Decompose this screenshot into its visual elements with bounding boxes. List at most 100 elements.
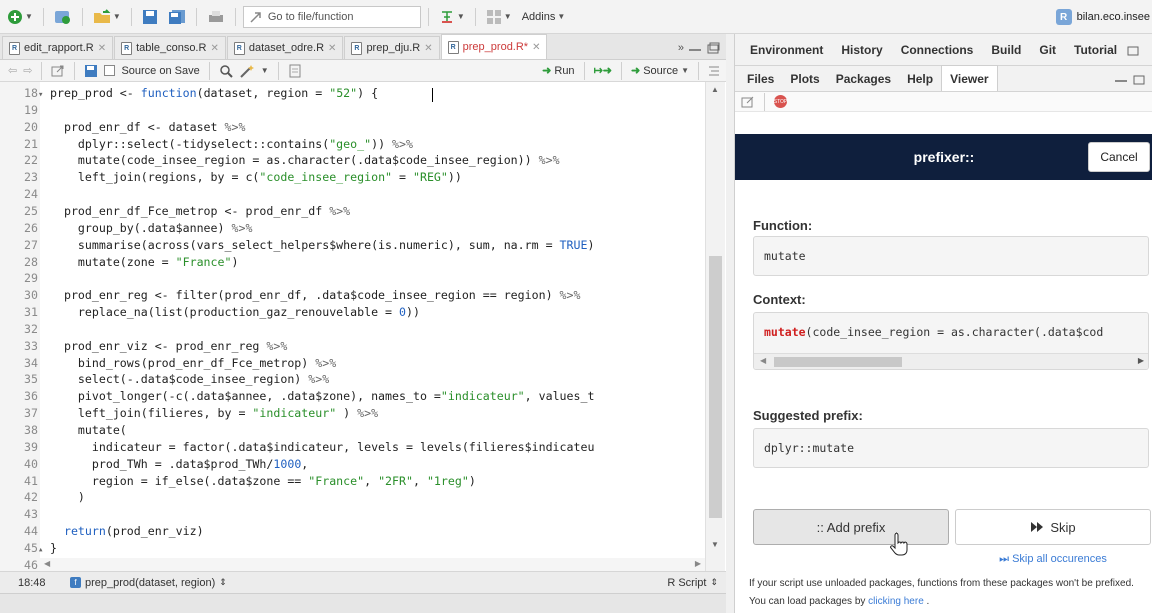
context-field[interactable]: mutate(code_insee_region = as.character(… (753, 312, 1149, 370)
source-on-save-checkbox[interactable] (104, 65, 116, 76)
tab-connections[interactable]: Connections (892, 34, 983, 66)
code-line[interactable]: 34 bind_rows(prod_enr_df_Fce_metrop) %>% (0, 356, 705, 370)
tab-files[interactable]: Files (739, 67, 782, 91)
tab-packages[interactable]: Packages (828, 67, 899, 91)
more-tabs-button[interactable]: » (678, 42, 684, 54)
load-packages-link[interactable]: clicking here (868, 596, 924, 607)
forward-arrow-icon[interactable]: ⇨ (23, 64, 32, 77)
function-scope-selector[interactable]: f prep_prod(dataset, region) ⇕ (60, 577, 227, 589)
code-line[interactable]: 21 dplyr::select(-tidyselect::contains("… (0, 137, 705, 151)
search-icon[interactable] (219, 64, 233, 78)
scroll-right-icon[interactable]: ▶ (695, 559, 701, 568)
code-line[interactable]: 36 pivot_longer(-c(.data$annee, .data$zo… (0, 389, 705, 403)
close-icon[interactable]: ✕ (532, 42, 540, 53)
open-file-button[interactable]: ▼ (90, 6, 124, 28)
tab-viewer[interactable]: Viewer (941, 65, 998, 91)
editor-tab[interactable]: R table_conso.R ✕ (114, 36, 226, 59)
editor-tab[interactable]: R edit_rapport.R ✕ (2, 36, 114, 59)
back-arrow-icon[interactable]: ⇦ (8, 64, 17, 77)
context-scrollbar[interactable]: ◀ ▶ (754, 353, 1148, 369)
goto-file-input[interactable]: Go to file/function (242, 5, 421, 28)
scroll-right-icon[interactable]: ▶ (1138, 356, 1144, 365)
close-icon[interactable]: ✕ (210, 43, 218, 54)
tab-help[interactable]: Help (899, 67, 941, 91)
chevron-down-icon[interactable]: ▼ (261, 66, 269, 75)
save-icon[interactable] (84, 64, 98, 78)
addins-button[interactable]: Addins ▼ (519, 6, 569, 28)
code-line[interactable]: 43 (0, 507, 705, 521)
code-line[interactable]: 42 ) (0, 490, 705, 504)
print-button[interactable] (204, 6, 228, 28)
outline-icon[interactable] (708, 65, 720, 77)
console-pane-header[interactable] (0, 593, 726, 613)
code-line[interactable]: 19 (0, 103, 705, 117)
editor-tab[interactable]: R dataset_odre.R ✕ (226, 36, 344, 59)
code-line[interactable]: 45▴} (0, 541, 705, 555)
code-line[interactable]: 23 left_join(regions, by = c("code_insee… (0, 170, 705, 184)
git-button[interactable]: ▼ (436, 6, 468, 28)
scroll-down-icon[interactable]: ▼ (711, 540, 719, 549)
code-line[interactable]: 28 mutate(zone = "France") (0, 255, 705, 269)
maximize-pane-icon[interactable] (1126, 44, 1140, 56)
close-icon[interactable]: ✕ (328, 43, 336, 54)
maximize-pane-icon[interactable] (1132, 73, 1146, 85)
tab-history[interactable]: History (832, 34, 891, 66)
tab-environment[interactable]: Environment (741, 34, 832, 66)
code-line[interactable]: 30 prod_enr_reg <- filter(prod_enr_df, .… (0, 288, 705, 302)
scroll-up-icon[interactable]: ▲ (711, 85, 719, 94)
code-line[interactable]: 39 indicateur = factor(.data$indicateur,… (0, 440, 705, 454)
scrollbar-thumb[interactable] (774, 357, 902, 367)
save-button[interactable] (139, 6, 161, 28)
new-project-button[interactable] (51, 6, 75, 28)
code-line[interactable]: 41 region = if_else(.data$zone == "Franc… (0, 474, 705, 488)
source-button[interactable]: ➜ Source ▼ (631, 64, 689, 78)
editor-horizontal-scrollbar[interactable]: ◀ ▶ (40, 558, 705, 571)
new-file-button[interactable]: ▼ (4, 6, 36, 28)
code-line[interactable]: 38 mutate( (0, 423, 705, 437)
code-line[interactable]: 40 prod_TWh = .data$prod_TWh/1000, (0, 457, 705, 471)
close-icon[interactable]: ✕ (98, 43, 106, 54)
compile-report-icon[interactable] (288, 64, 302, 78)
tab-plots[interactable]: Plots (782, 67, 827, 91)
code-line[interactable]: 25 prod_enr_df_Fce_metrop <- prod_enr_df… (0, 204, 705, 218)
code-line[interactable]: 24 (0, 187, 705, 201)
minimize-pane-icon[interactable] (688, 42, 702, 54)
stop-icon[interactable]: STOP (774, 95, 787, 108)
tab-tutorial[interactable]: Tutorial (1065, 34, 1126, 66)
scroll-left-icon[interactable]: ◀ (760, 356, 766, 365)
scroll-left-icon[interactable]: ◀ (44, 559, 50, 568)
skip-button[interactable]: Skip (955, 509, 1151, 545)
show-in-window-icon[interactable] (51, 64, 65, 78)
tab-git[interactable]: Git (1030, 34, 1065, 66)
editor-tab[interactable]: R prep_dju.R ✕ (344, 36, 440, 59)
code-line[interactable]: 32 (0, 322, 705, 336)
code-line[interactable]: 20 prod_enr_df <- dataset %>% (0, 120, 705, 134)
run-button[interactable]: ➜ Run (542, 64, 574, 78)
function-field[interactable]: mutate (753, 236, 1149, 276)
maximize-pane-icon[interactable] (706, 42, 720, 54)
code-line[interactable]: 22 mutate(code_insee_region = as.charact… (0, 153, 705, 167)
magic-wand-icon[interactable] (239, 64, 255, 78)
add-prefix-button[interactable]: :: Add prefix (753, 509, 949, 545)
code-line[interactable]: 29 (0, 271, 705, 285)
cancel-button[interactable]: Cancel (1088, 142, 1150, 172)
scrollbar-thumb[interactable] (709, 256, 722, 518)
code-line[interactable]: 44 return(prod_enr_viz) (0, 524, 705, 538)
tab-build[interactable]: Build (982, 34, 1030, 66)
code-line[interactable]: 27 summarise(across(vars_select_helpers$… (0, 238, 705, 252)
skip-all-link[interactable]: ⏭ Skip all occurences (955, 553, 1151, 566)
code-line[interactable]: 18▾ prep_prod <- function(dataset, region… (0, 86, 705, 100)
editor-tab-active[interactable]: R prep_prod.R* ✕ (440, 34, 548, 59)
code-line[interactable]: 31 replace_na(list(production_gaz_renouv… (0, 305, 705, 319)
code-line[interactable]: 33 prod_enr_viz <- prod_enr_reg %>% (0, 339, 705, 353)
save-all-button[interactable] (165, 6, 189, 28)
close-icon[interactable]: ✕ (424, 43, 432, 54)
suggested-prefix-field[interactable]: dplyr::mutate (753, 428, 1149, 468)
code-line[interactable]: 26 group_by(.data$annee) %>% (0, 221, 705, 235)
show-in-window-icon[interactable] (741, 95, 755, 109)
file-type-selector[interactable]: R Script ⇕ (667, 577, 726, 589)
minimize-pane-icon[interactable] (1114, 73, 1128, 85)
project-menu[interactable]: R bilan.eco.insee (1055, 6, 1152, 28)
pane-layout-button[interactable]: ▼ (483, 6, 515, 28)
code-line[interactable]: 37 left_join(filieres, by = "indicateur"… (0, 406, 705, 420)
